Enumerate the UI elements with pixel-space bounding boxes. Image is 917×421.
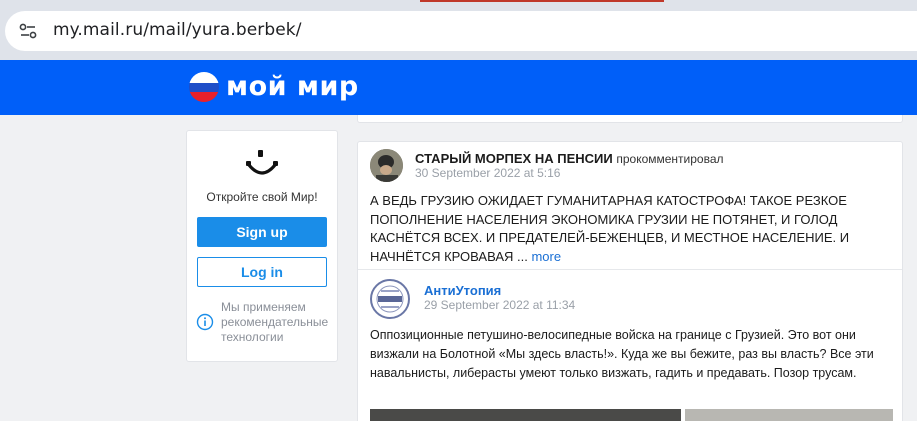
browser-toolbar: my.mail.ru/mail/yura.berbek/ (0, 0, 917, 60)
post-date[interactable]: 30 September 2022 at 5:16 (415, 166, 560, 180)
more-link[interactable]: more (531, 249, 561, 264)
site-header: мой мир (0, 60, 917, 115)
open-world-text: Откройте свой Мир! (206, 190, 318, 204)
info-icon[interactable] (196, 313, 214, 331)
comment-body: А ВЕДЬ ГРУЗИЮ ОЖИДАЕТ ГУМАНИТАРНАЯ КАТОС… (370, 193, 850, 264)
comment-text: А ВЕДЬ ГРУЗИЮ ОЖИДАЕТ ГУМАНИТАРНАЯ КАТОС… (370, 192, 870, 266)
original-author-name[interactable]: АнтиУтопия (424, 283, 501, 298)
original-post-text: Оппозиционные петушино-велосипедные войс… (370, 328, 874, 380)
original-author-avatar[interactable] (370, 279, 410, 319)
original-post-date[interactable]: 29 September 2022 at 11:34 (424, 298, 575, 312)
recommendation-notice[interactable]: Мы применяем рекомендательные технологии (221, 300, 339, 345)
tune-icon[interactable] (17, 20, 39, 42)
divider (358, 269, 902, 270)
smile-icon (246, 150, 278, 175)
url-text[interactable]: my.mail.ru/mail/yura.berbek/ (53, 20, 302, 40)
author-name[interactable]: СТАРЫЙ МОРПЕХ НА ПЕНСИИ (415, 151, 613, 166)
author-avatar[interactable] (370, 149, 403, 182)
post-header: СТАРЫЙ МОРПЕХ НА ПЕНСИИ прокомментировал (415, 151, 724, 166)
signup-button[interactable]: Sign up (197, 217, 327, 247)
previous-post-edge (357, 115, 903, 123)
login-card: Откройте свой Мир! Sign up Log in Мы при… (186, 130, 338, 362)
author-action: прокомментировал (616, 152, 724, 166)
address-bar[interactable]: my.mail.ru/mail/yura.berbek/ (5, 11, 917, 51)
feed-post: СТАРЫЙ МОРПЕХ НА ПЕНСИИ прокомментировал… (357, 141, 903, 421)
login-button[interactable]: Log in (197, 257, 327, 287)
logo-globe-icon[interactable] (189, 72, 219, 102)
post-photo[interactable] (370, 409, 681, 421)
active-tab-indicator (420, 0, 664, 2)
post-photo[interactable] (685, 409, 893, 421)
logo-text[interactable]: мой мир (226, 71, 359, 102)
